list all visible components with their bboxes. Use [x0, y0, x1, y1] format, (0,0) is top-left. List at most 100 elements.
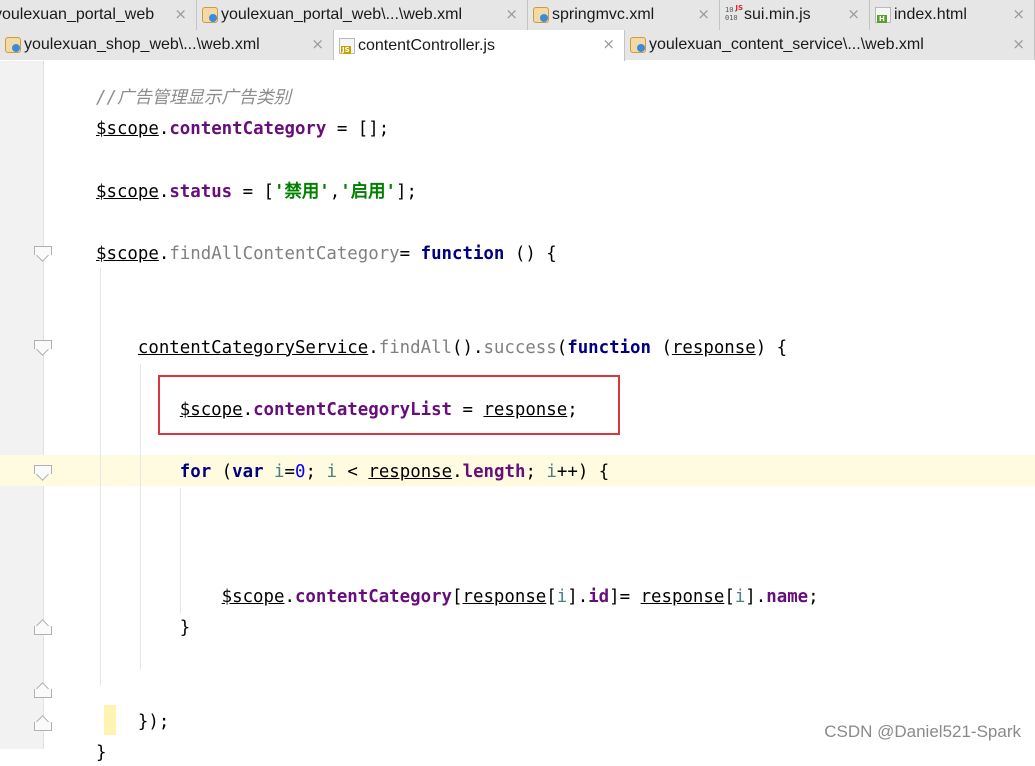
annotation-highlight-box [158, 375, 620, 435]
fold-open-icon[interactable] [34, 246, 52, 262]
code-token: , [329, 181, 341, 202]
code-token: } [96, 743, 107, 764]
code-token: = [ [232, 181, 275, 202]
tab-close-icon[interactable]: × [174, 5, 187, 23]
code-line: contentCategoryService.findAll().success… [96, 335, 787, 361]
code-token: '启用' [340, 181, 396, 202]
code-token: contentCategory [169, 119, 327, 140]
html-file-icon [875, 7, 891, 23]
editor-tab[interactable]: youlexuan_portal_web\...\web.xml × [197, 0, 528, 30]
code-line: $scope.contentCategory[response[i].id]= … [96, 584, 819, 610]
binary-js-file-icon [725, 4, 743, 23]
code-token: . [158, 181, 170, 202]
fold-open-icon[interactable] [34, 465, 52, 481]
code-token: contentCategory [294, 587, 453, 608]
code-token: var [232, 462, 264, 483]
xml-file-icon [5, 37, 21, 53]
code-token: function [420, 244, 505, 264]
code-token: for [179, 462, 212, 483]
code-token: i [556, 587, 568, 608]
tab-close-icon[interactable]: × [847, 5, 860, 23]
code-line: $scope.contentCategory = []; [96, 116, 389, 142]
code-line: } [96, 615, 190, 641]
code-token: length [462, 462, 526, 483]
code-token: 0 [295, 462, 306, 483]
editor-tab[interactable]: sui.min.js× [720, 0, 870, 30]
code-token: . [158, 119, 170, 140]
fold-open-icon[interactable] [34, 340, 52, 356]
editor-tab-label: springmvc.xml [552, 6, 655, 23]
code-token: (). [452, 337, 484, 358]
fold-close-icon[interactable] [34, 682, 52, 698]
editor-tab[interactable]: springmvc.xml × [528, 0, 720, 30]
xml-file-icon [202, 7, 218, 23]
code-token: response [671, 337, 756, 358]
code-token: i [326, 462, 337, 483]
editor-tab-label: contentController.js [358, 36, 495, 54]
code-token: findAll [378, 337, 453, 358]
code-token: name [766, 587, 809, 608]
code-token: = []; [326, 119, 390, 140]
code-token: function [567, 337, 651, 358]
code-token: id [588, 587, 610, 608]
code-token: . [452, 462, 463, 483]
code-token: }); [96, 712, 170, 732]
code-token: ]; [395, 181, 417, 202]
js-file-icon [339, 37, 355, 54]
code-token: ]. [567, 587, 589, 608]
tab-close-icon[interactable]: × [1012, 5, 1025, 23]
code-token: ]= [609, 587, 641, 608]
editor-tab-label: youlexuan_portal_web [0, 6, 155, 23]
editor-tab[interactable]: index.html× [870, 0, 1035, 30]
code-token: () { [504, 244, 557, 264]
code-token: response [368, 462, 453, 483]
code-token: ++) { [556, 462, 610, 483]
code-line: for (var i=0; i < response.length; i++) … [96, 459, 609, 485]
code-token: ; [525, 462, 547, 483]
code-token: ( [211, 462, 233, 483]
xml-file-icon [630, 37, 646, 53]
code-line: }); [96, 709, 169, 735]
tab-close-icon[interactable]: × [311, 35, 324, 53]
code-token: success [483, 337, 557, 358]
fold-close-icon[interactable] [34, 619, 52, 635]
code-token: } [96, 618, 191, 639]
editor-tab-label: youlexuan_shop_web\...\web.xml [24, 36, 260, 53]
fold-close-icon[interactable] [34, 715, 52, 731]
code-token: ) { [755, 337, 788, 358]
code-token: $scope [221, 587, 285, 608]
code-token: [ [452, 587, 463, 608]
code-token: i [274, 462, 285, 483]
code-token: $scope [96, 181, 159, 202]
code-token: findAllContentCategory [169, 244, 400, 264]
code-token: ( [650, 337, 672, 358]
editor-tab[interactable]: contentController.js × [334, 30, 625, 61]
tab-close-icon[interactable]: × [697, 5, 710, 23]
editor-tab-bar-row-2: youlexuan_shop_web\...\web.xml×contentCo… [0, 30, 1035, 61]
code-line: } [96, 740, 106, 766]
editor-tab-label: youlexuan_content_service\...\web.xml [649, 36, 924, 53]
code-token: //广告管理显示广告类别 [96, 88, 291, 108]
editor-tab[interactable]: youlexuan_portal_web × [0, 0, 197, 30]
tab-close-icon[interactable]: × [505, 5, 518, 23]
code-token: = [399, 244, 421, 264]
code-token: response [640, 587, 725, 608]
code-token: ; [808, 587, 819, 608]
code-token: [ [546, 587, 557, 608]
editor-gutter [0, 61, 44, 749]
code-line: $scope.findAllContentCategory= function … [96, 241, 557, 267]
code-token: = [284, 462, 296, 483]
code-token: ; [305, 462, 327, 483]
editor-tab[interactable]: youlexuan_shop_web\...\web.xml × [0, 30, 334, 60]
tab-close-icon[interactable]: × [602, 35, 615, 53]
code-token: '禁用' [274, 181, 330, 202]
watermark: CSDN @Daniel521-Spark [824, 722, 1021, 741]
tab-close-icon[interactable]: × [1012, 35, 1025, 53]
editor-tab[interactable]: youlexuan_content_service\...\web.xml × [625, 30, 1035, 60]
code-line: //广告管理显示广告类别 [96, 85, 291, 111]
code-token: $scope [96, 244, 159, 264]
